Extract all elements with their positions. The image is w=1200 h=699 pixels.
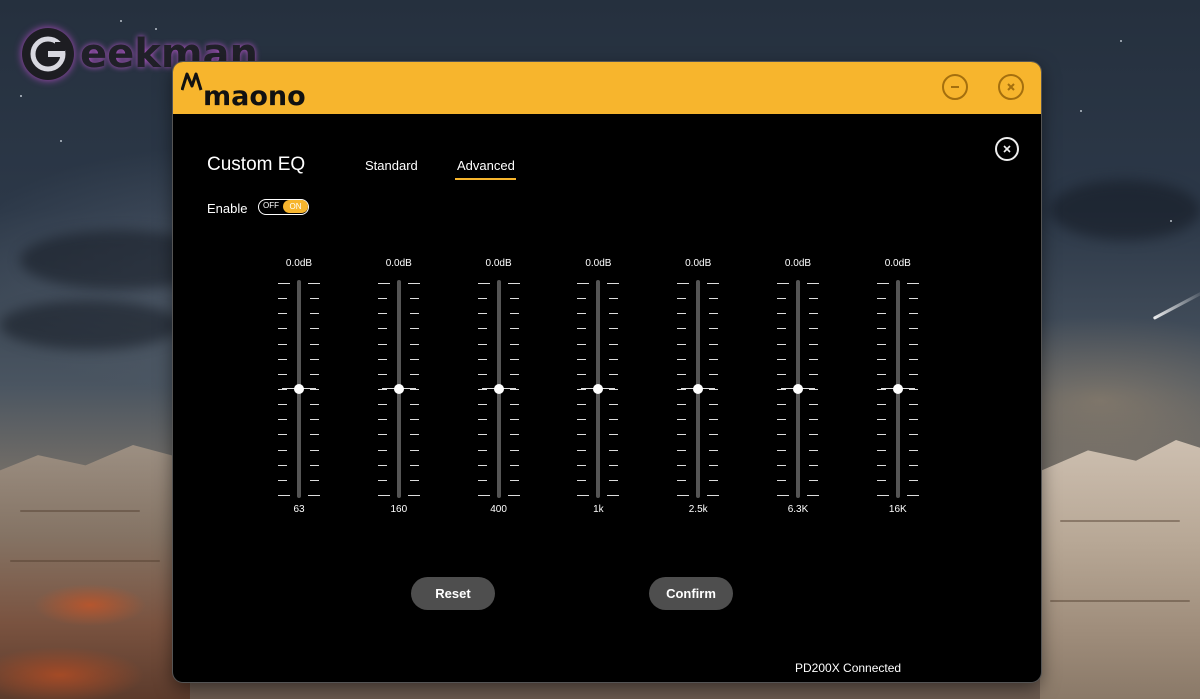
band-gain-label: 0.0dB [385,258,412,269]
eq-panel-close-button[interactable] [995,137,1019,161]
wallpaper-cloud [0,300,180,350]
eq-band: 0.0dB 16K [868,258,928,518]
wallpaper-rock-crack [1050,600,1190,602]
reset-button[interactable]: Reset [411,577,495,610]
wallpaper-star [20,95,22,97]
geekman-g-icon [22,28,74,80]
wallpaper-rocks-right [1040,440,1200,699]
maono-app-window: maono Custom EQ Standard Advanced Enable… [173,62,1041,682]
band-gain-label: 0.0dB [685,258,712,269]
close-icon [1007,83,1015,91]
wallpaper-star [1120,40,1122,42]
maono-mark-icon [181,72,203,91]
toggle-off-label: OFF [263,201,279,210]
close-icon [1003,145,1011,153]
wallpaper-rocks-left [0,445,190,699]
slider-knob[interactable] [892,384,903,394]
slider-knob[interactable] [294,384,304,394]
eq-band: 0.0dB 63 [269,258,329,518]
band-frequency-label: 2.5k [688,504,708,515]
band-frequency-label: 1k [593,504,604,515]
minimize-button[interactable] [942,74,968,100]
enable-toggle[interactable]: OFF ON [258,199,309,215]
slider-knob[interactable] [393,384,404,394]
eq-band: 0.0dB 6.3K [768,258,828,518]
wallpaper-star [60,140,62,142]
title-bar[interactable]: maono [173,62,1041,114]
band-gain-label: 0.0dB [585,258,612,269]
band-frequency-label: 400 [490,504,507,515]
minimize-icon [951,86,959,88]
band-frequency-label: 16K [888,504,907,515]
wallpaper-rock-crack [10,560,160,562]
window-close-button[interactable] [998,74,1024,100]
wallpaper-rock-crack [1060,520,1180,522]
wallpaper-star [1080,110,1082,112]
tab-standard[interactable]: Standard [365,158,418,173]
enable-label: Enable [207,201,248,216]
band-frequency-label: 160 [390,504,408,515]
band-gain-label: 0.0dB [884,258,911,269]
confirm-button[interactable]: Confirm [649,577,733,610]
wallpaper-cloud [1050,180,1200,240]
band-frequency-label: 6.3K [787,504,809,515]
wallpaper-star [120,20,122,22]
band-gain-label: 0.0dB [485,258,512,269]
maono-logo: maono [181,68,306,112]
slider-knob[interactable] [493,384,504,394]
wallpaper-rock-crack [20,510,140,512]
eq-band: 0.0dB 160 [369,258,429,518]
page-title: Custom EQ [207,154,306,175]
eq-band: 0.0dB 1k [568,258,628,518]
toggle-on-label: ON [283,200,308,213]
brand-name: maono [203,81,306,112]
eq-band: 0.0dB 400 [469,258,529,518]
band-gain-label: 0.0dB [784,258,812,269]
band-frequency-label: 63 [293,504,305,515]
tab-advanced[interactable]: Advanced [457,158,515,173]
band-gain-label: 0.0dB [285,258,313,269]
active-tab-indicator [455,178,516,180]
connection-status: PD200X Connected [795,661,902,675]
eq-band: 0.0dB 2.5k [668,258,728,518]
wallpaper-star [1170,220,1172,222]
slider-knob[interactable] [793,384,803,394]
